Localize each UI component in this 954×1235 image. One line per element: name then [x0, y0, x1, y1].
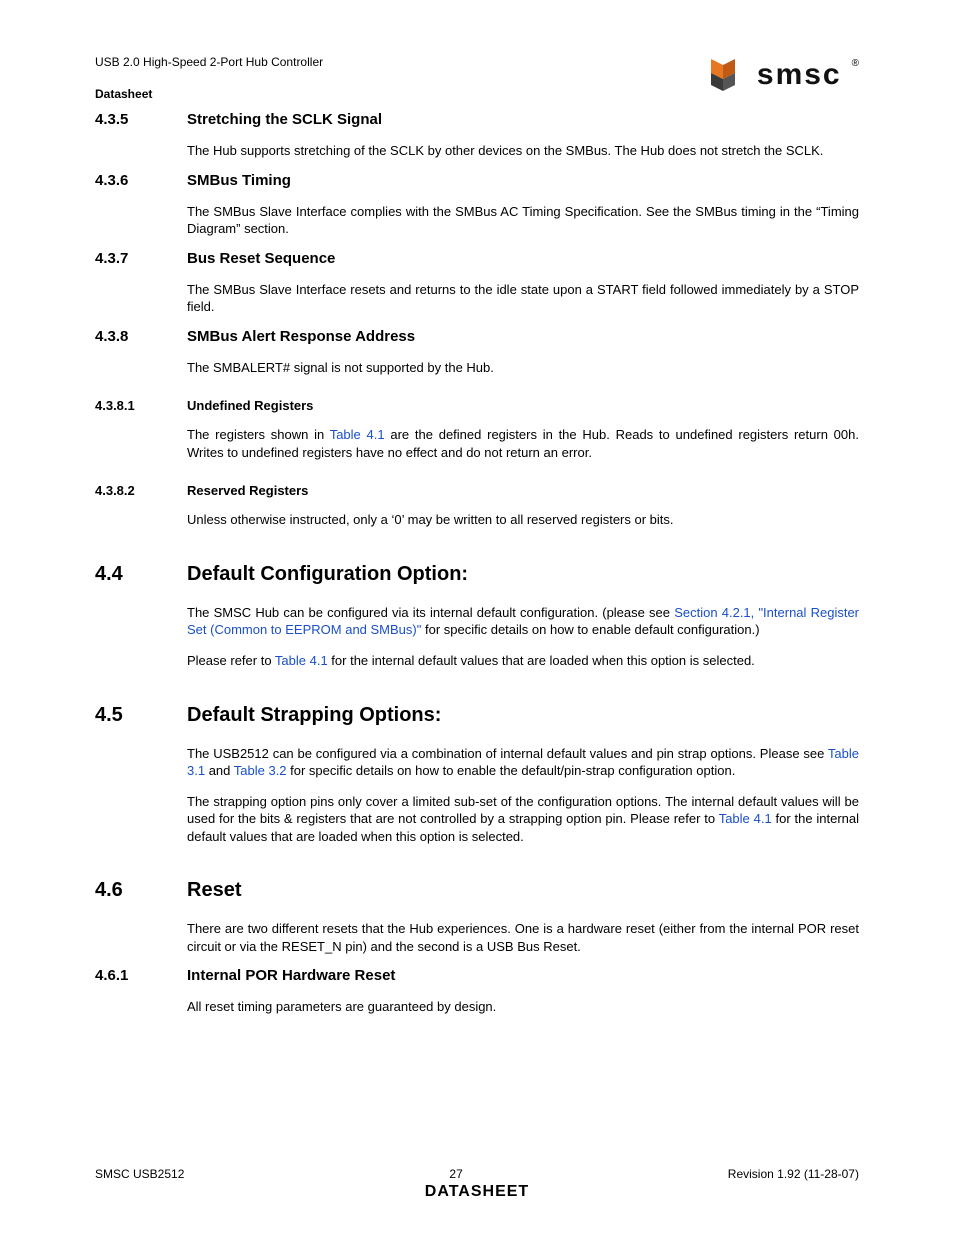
paragraph: Please refer to Table 4.1 for the intern…: [187, 652, 859, 670]
heading-4-5: 4.5 Default Strapping Options:: [95, 704, 859, 727]
section-title: SMBus Alert Response Address: [187, 328, 415, 345]
section-number: 4.3.7: [95, 250, 187, 267]
section-number: 4.3.5: [95, 111, 187, 128]
heading-4-3-6: 4.3.6 SMBus Timing: [95, 172, 859, 189]
heading-4-6-1: 4.6.1 Internal POR Hardware Reset: [95, 967, 859, 984]
paragraph: Unless otherwise instructed, only a ‘0’ …: [187, 511, 859, 529]
paragraph: All reset timing parameters are guarante…: [187, 998, 859, 1016]
paragraph: The strapping option pins only cover a l…: [187, 793, 859, 846]
heading-4-4: 4.4 Default Configuration Option:: [95, 563, 859, 586]
section-number: 4.3.8: [95, 328, 187, 345]
registered-mark: ®: [852, 58, 859, 69]
heading-4-3-7: 4.3.7 Bus Reset Sequence: [95, 250, 859, 267]
page-number: 27: [449, 1167, 462, 1181]
paragraph: The SMSC Hub can be configured via its i…: [187, 604, 859, 639]
footer-left: SMSC USB2512: [95, 1167, 184, 1181]
page: smsc ® USB 2.0 High-Speed 2-Port Hub Con…: [0, 0, 954, 1235]
paragraph: The registers shown in Table 4.1 are the…: [187, 426, 859, 461]
section-number: 4.3.8.2: [95, 483, 187, 498]
link-table-4-1[interactable]: Table 4.1: [719, 811, 772, 826]
section-title: Default Configuration Option:: [187, 563, 468, 586]
footer-title: DATASHEET: [95, 1183, 859, 1201]
heading-4-3-8-2: 4.3.8.2 Reserved Registers: [95, 483, 859, 498]
heading-4-3-8: 4.3.8 SMBus Alert Response Address: [95, 328, 859, 345]
section-number: 4.6.1: [95, 967, 187, 984]
logo: smsc ®: [699, 55, 859, 95]
section-title: Reserved Registers: [187, 483, 308, 498]
paragraph: The SMBus Slave Interface complies with …: [187, 203, 859, 238]
section-title: SMBus Timing: [187, 172, 291, 189]
paragraph: The SMBALERT# signal is not supported by…: [187, 359, 859, 377]
logo-text: smsc: [757, 58, 842, 92]
paragraph: The USB2512 can be configured via a comb…: [187, 745, 859, 780]
heading-4-6: 4.6 Reset: [95, 879, 859, 902]
section-number: 4.4: [95, 563, 187, 586]
logo-icon: [699, 55, 747, 95]
paragraph: The SMBus Slave Interface resets and ret…: [187, 281, 859, 316]
section-number: 4.5: [95, 704, 187, 727]
section-title: Bus Reset Sequence: [187, 250, 335, 267]
section-title: Undefined Registers: [187, 398, 313, 413]
footer-right: Revision 1.92 (11-28-07): [728, 1167, 859, 1181]
section-title: Stretching the SCLK Signal: [187, 111, 382, 128]
heading-4-3-8-1: 4.3.8.1 Undefined Registers: [95, 398, 859, 413]
link-table-3-2[interactable]: Table 3.2: [234, 763, 287, 778]
heading-4-3-5: 4.3.5 Stretching the SCLK Signal: [95, 111, 859, 128]
paragraph: The Hub supports stretching of the SCLK …: [187, 142, 859, 160]
section-number: 4.3.8.1: [95, 398, 187, 413]
paragraph: There are two different resets that the …: [187, 920, 859, 955]
section-title: Internal POR Hardware Reset: [187, 967, 395, 984]
link-table-4-1[interactable]: Table 4.1: [330, 427, 385, 442]
footer: SMSC USB2512 27 Revision 1.92 (11-28-07)…: [95, 1167, 859, 1201]
section-number: 4.6: [95, 879, 187, 902]
section-number: 4.3.6: [95, 172, 187, 189]
section-title: Default Strapping Options:: [187, 704, 441, 727]
section-title: Reset: [187, 879, 241, 902]
link-table-4-1[interactable]: Table 4.1: [275, 653, 328, 668]
